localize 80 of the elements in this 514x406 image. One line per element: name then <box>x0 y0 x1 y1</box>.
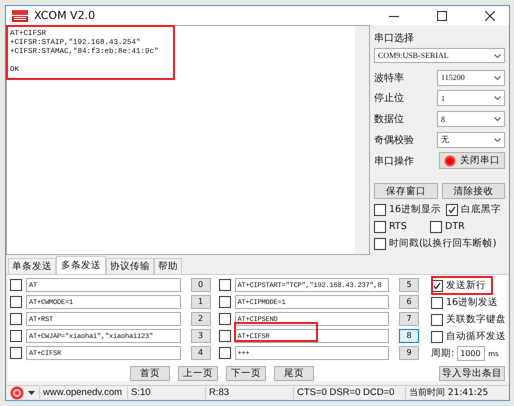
option-label: 16进制发送 <box>446 296 498 309</box>
period-field[interactable]: 1000 <box>457 346 486 361</box>
field-label: 波特率 <box>374 72 404 85</box>
page-button[interactable]: 首页 <box>130 366 170 381</box>
send-button[interactable]: 7 <box>399 312 419 326</box>
checkbox[interactable] <box>10 330 22 342</box>
line-status: CTS=0 DSR=0 DCD=0 <box>293 387 401 399</box>
import-export-button[interactable]: 导入导出条目 <box>439 366 505 381</box>
option-label: 16进制显示 <box>389 203 442 216</box>
send-button[interactable]: 8 <box>399 328 419 342</box>
received-count: R:83 <box>205 387 289 399</box>
setting-dropdown[interactable]: 115200 <box>437 70 505 86</box>
chevron-down-icon <box>494 54 501 58</box>
send-button[interactable]: 1 <box>190 294 210 308</box>
logo-icon <box>12 10 28 22</box>
page-button[interactable]: 下一页 <box>226 366 266 381</box>
tab[interactable]: 协议传输 <box>106 258 154 274</box>
tab[interactable]: 多条发送 <box>56 256 106 274</box>
serial-op-label: 串口操作 <box>374 154 414 168</box>
period-label: 周期: <box>431 347 454 360</box>
setting-dropdown[interactable]: 无 <box>437 132 505 148</box>
target-icon[interactable] <box>10 386 24 400</box>
checkbox[interactable] <box>218 296 230 308</box>
close-icon[interactable] <box>485 10 495 20</box>
checkbox[interactable] <box>218 330 230 342</box>
close-port-button[interactable]: 关闭串口 <box>439 152 505 170</box>
chevron-down-icon <box>494 117 501 122</box>
send-button[interactable]: 9 <box>399 346 419 360</box>
option-label: DTR <box>445 221 465 232</box>
checkbox[interactable] <box>431 314 443 326</box>
send-button[interactable]: 5 <box>399 278 419 292</box>
dropdown-arrow-icon[interactable] <box>28 391 35 395</box>
checkbox[interactable] <box>10 346 22 358</box>
tab[interactable]: 单条发送 <box>8 258 56 274</box>
checkbox[interactable] <box>374 204 386 216</box>
chevron-down-icon <box>494 96 501 100</box>
window-title: XCOM V2.0 <box>34 9 96 22</box>
panel-button[interactable]: 清除接收 <box>442 183 505 200</box>
send-button[interactable]: 6 <box>399 294 419 308</box>
checkbox[interactable] <box>430 220 442 233</box>
send-button[interactable]: 0 <box>190 278 210 292</box>
maximize-icon[interactable] <box>437 10 447 20</box>
option-label: 自动循环发送 <box>446 330 506 343</box>
checkbox[interactable] <box>374 220 386 233</box>
checkbox[interactable] <box>446 204 458 216</box>
send-button[interactable]: 4 <box>190 346 210 360</box>
send-button[interactable]: 2 <box>190 312 210 326</box>
website-link[interactable]: www.openedv.com <box>39 387 123 399</box>
send-button[interactable]: 3 <box>190 328 210 342</box>
checkbox[interactable] <box>10 296 22 308</box>
checkbox[interactable] <box>10 278 22 290</box>
scrollbar[interactable] <box>355 26 369 254</box>
port-label: 串口选择 <box>374 32 415 45</box>
chevron-down-icon <box>494 76 501 80</box>
option-label: 时间戳(以换行回车断帧) <box>389 237 496 250</box>
checkbox[interactable] <box>431 330 443 342</box>
page-button[interactable]: 尾页 <box>274 366 314 381</box>
option-label: RTS <box>389 221 407 232</box>
checkbox[interactable] <box>218 346 230 358</box>
field-label: 奇偶校验 <box>374 134 414 147</box>
setting-dropdown[interactable]: 1 <box>437 90 505 106</box>
checkbox[interactable] <box>218 278 230 290</box>
option-label: 白底黑字 <box>461 203 501 216</box>
field-label: 数据位 <box>374 113 404 126</box>
port-dropdown[interactable]: COM9:USB-SERIAL <box>374 48 505 64</box>
checkbox[interactable] <box>431 296 443 308</box>
checkbox[interactable] <box>218 312 230 324</box>
current-time: 当前时间 21:41:25 <box>405 387 505 399</box>
option-label: 发送新行 <box>446 279 486 292</box>
option-label: 关联数字键盘 <box>446 313 506 326</box>
setting-dropdown[interactable]: 8 <box>437 111 505 128</box>
field-label: 停止位 <box>374 92 404 106</box>
checkbox[interactable] <box>10 312 22 324</box>
panel-button[interactable]: 保存窗口 <box>374 183 438 200</box>
page-button[interactable]: 上一页 <box>178 366 218 381</box>
tab[interactable]: 帮助 <box>154 258 182 274</box>
sent-count: S:10 <box>127 387 201 399</box>
checkbox[interactable] <box>374 238 386 250</box>
chevron-down-icon <box>494 138 501 142</box>
highlight-box <box>431 276 493 295</box>
